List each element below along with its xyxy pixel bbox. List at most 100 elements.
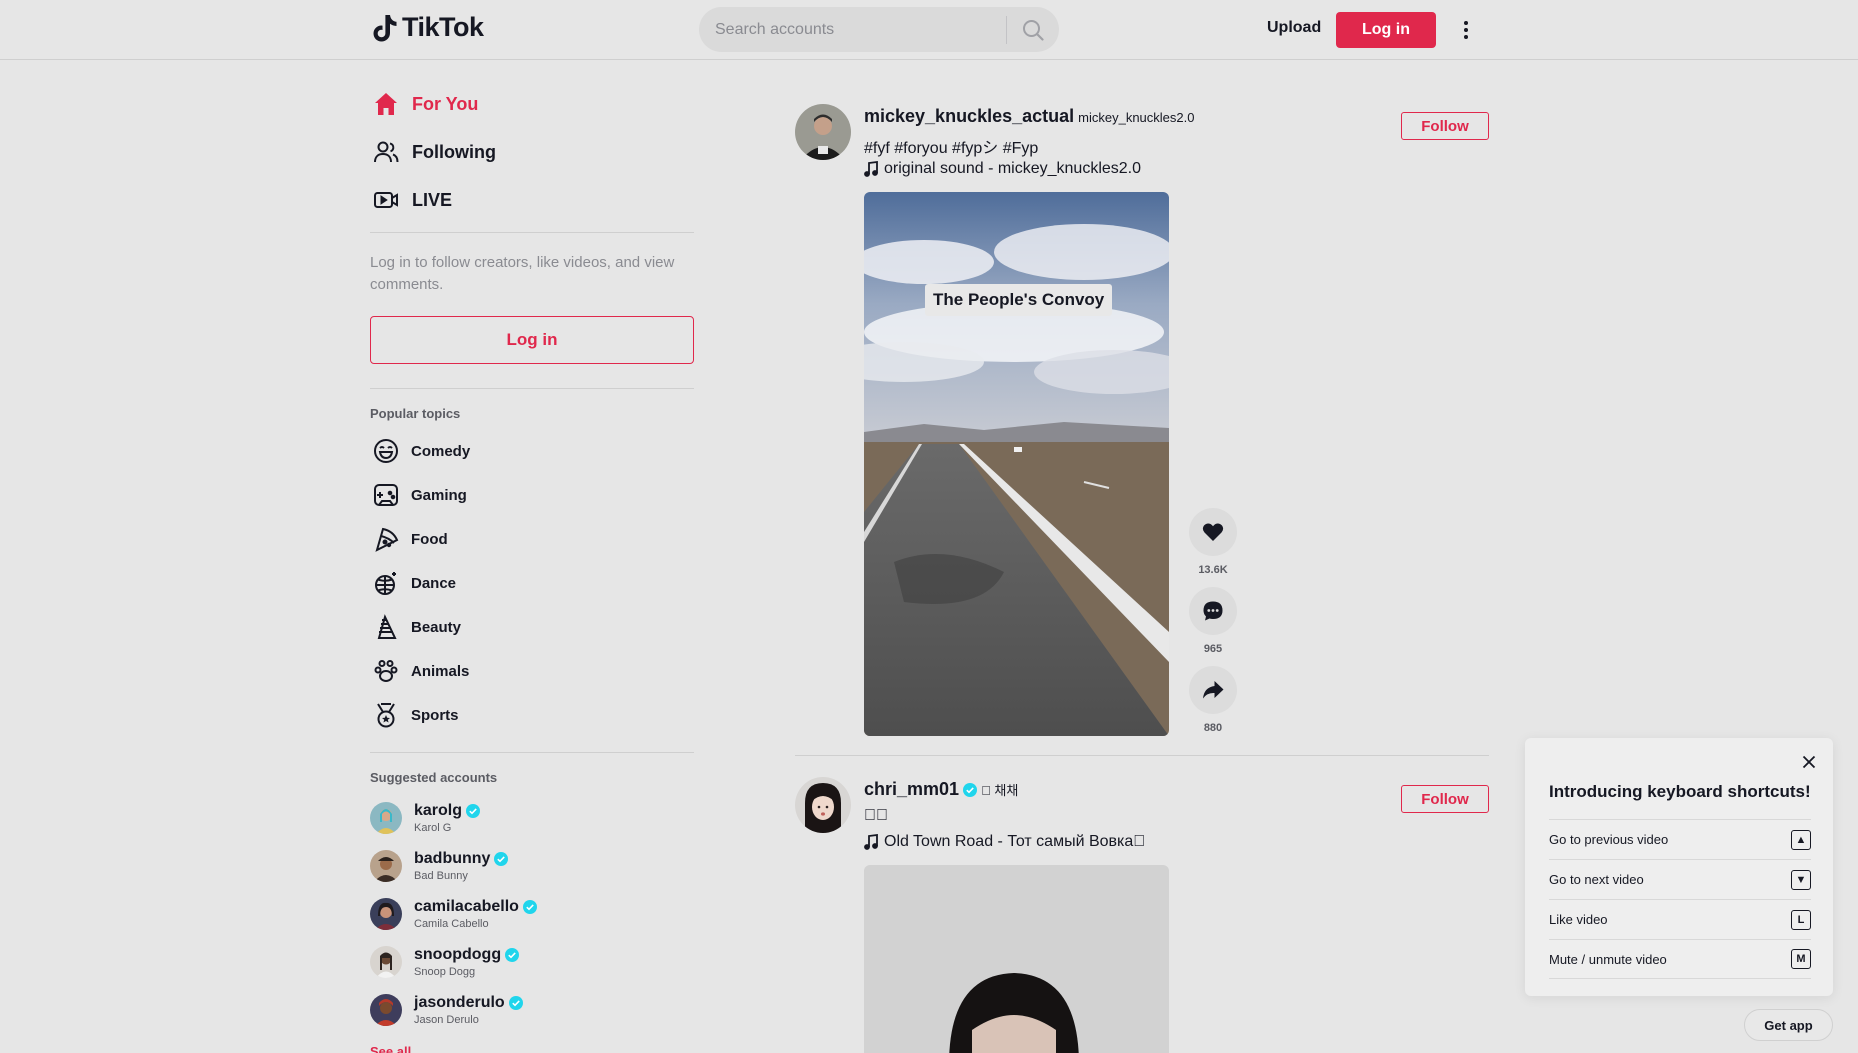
sidebar-item-for-you[interactable]: For You bbox=[372, 90, 478, 118]
post-username[interactable]: chri_mm01 bbox=[864, 779, 959, 800]
share-button[interactable] bbox=[1189, 666, 1237, 714]
tiktok-logo[interactable]: TikTok bbox=[372, 12, 484, 43]
suggested-account-camilacabello[interactable]: camilacabello Camila Cabello bbox=[370, 898, 537, 930]
account-display-name: Camila Cabello bbox=[414, 918, 489, 930]
post-music-link[interactable]: original sound - mickey_knuckles2.0 bbox=[864, 160, 1141, 178]
topic-label: Animals bbox=[411, 662, 470, 680]
m-key-icon: M bbox=[1791, 949, 1811, 969]
account-username: badbunny bbox=[414, 850, 491, 867]
music-note-icon bbox=[864, 161, 878, 177]
suggested-account-jasonderulo[interactable]: jasonderulo Jason Derulo bbox=[370, 994, 523, 1026]
suggested-account-karolg[interactable]: karolg Karol G bbox=[370, 802, 481, 834]
avatar bbox=[370, 946, 402, 978]
search-bar bbox=[699, 7, 1059, 52]
login-prompt-text: Log in to follow creators, like videos, … bbox=[370, 254, 675, 293]
post-music-link[interactable]: Old Town Road - Тот самый Вовка  bbox=[864, 833, 1145, 851]
comment-count: 965 bbox=[1203, 643, 1223, 655]
upload-link[interactable]: Upload bbox=[1267, 19, 1321, 37]
like-button[interactable] bbox=[1189, 508, 1237, 556]
disco-ball-icon bbox=[372, 569, 400, 597]
top-header: TikTok Upload Log in bbox=[0, 0, 1858, 60]
account-display-name: Bad Bunny bbox=[414, 870, 468, 882]
see-all-link[interactable]: See all bbox=[370, 1044, 411, 1053]
share-icon bbox=[1203, 681, 1224, 699]
arrow-down-key-icon: ▼ bbox=[1791, 869, 1811, 890]
follow-button[interactable]: Follow bbox=[1401, 785, 1489, 813]
medal-icon bbox=[372, 701, 400, 729]
sidebar-item-label: Following bbox=[412, 141, 496, 162]
sidebar-login-button[interactable]: Log in bbox=[370, 316, 694, 364]
search-icon bbox=[1023, 19, 1044, 41]
topic-comedy[interactable]: Comedy bbox=[372, 437, 470, 465]
shortcut-row: Like video L bbox=[1549, 899, 1811, 939]
video-thumbnail bbox=[864, 865, 1169, 1053]
users-icon bbox=[372, 138, 400, 166]
topic-label: Dance bbox=[411, 574, 457, 592]
video-post: chri_mm01   채채    Old Town Road - Тот са… bbox=[795, 777, 1489, 1053]
music-note-icon bbox=[864, 834, 878, 850]
topic-food[interactable]: Food bbox=[372, 525, 448, 553]
heart-icon bbox=[1202, 523, 1224, 541]
more-options-button[interactable] bbox=[1454, 16, 1478, 44]
verified-badge-icon bbox=[505, 948, 520, 962]
video-post: mickey_knuckles_actual mickey_knuckles2.… bbox=[795, 104, 1489, 754]
shortcut-label: Go to next video bbox=[1549, 872, 1644, 887]
header-login-button[interactable]: Log in bbox=[1336, 12, 1436, 48]
verified-badge-icon bbox=[963, 782, 978, 797]
topic-sports[interactable]: Sports bbox=[372, 701, 459, 729]
topic-animals[interactable]: Animals bbox=[372, 657, 469, 685]
close-button[interactable] bbox=[1799, 752, 1819, 772]
follow-button[interactable]: Follow bbox=[1401, 112, 1489, 140]
topic-label: Beauty bbox=[411, 618, 462, 636]
get-app-button[interactable]: Get app bbox=[1744, 1009, 1833, 1041]
home-icon bbox=[372, 90, 400, 118]
suggested-account-badbunny[interactable]: badbunny Bad Bunny bbox=[370, 850, 509, 882]
video-thumbnail bbox=[864, 192, 1169, 736]
shortcuts-title: Introducing keyboard shortcuts! bbox=[1549, 782, 1811, 801]
search-input[interactable] bbox=[699, 7, 1006, 52]
verified-badge-icon bbox=[466, 804, 481, 818]
sidebar-item-following[interactable]: Following bbox=[372, 138, 496, 166]
suggested-accounts-title: Suggested accounts bbox=[370, 770, 498, 785]
video-player[interactable] bbox=[864, 865, 1169, 1053]
topic-label: Food bbox=[411, 530, 448, 548]
verified-badge-icon bbox=[522, 900, 537, 914]
topic-beauty[interactable]: Beauty bbox=[372, 613, 461, 641]
close-icon bbox=[1802, 755, 1816, 769]
avatar bbox=[370, 994, 402, 1026]
topic-label: Gaming bbox=[411, 486, 467, 504]
comment-button[interactable] bbox=[1189, 587, 1237, 635]
post-caption:    bbox=[864, 807, 888, 824]
account-display-name: Jason Derulo bbox=[414, 1014, 479, 1026]
post-username[interactable]: mickey_knuckles_actual bbox=[864, 106, 1074, 127]
topic-gaming[interactable]: Gaming bbox=[372, 481, 467, 509]
comb-icon bbox=[372, 613, 400, 641]
smile-icon bbox=[372, 437, 400, 465]
post-caption: #fyf #foryou #fypシ #Fyp bbox=[864, 140, 1039, 157]
topic-label: Sports bbox=[411, 706, 459, 724]
more-vertical-icon bbox=[1464, 21, 1468, 39]
share-count: 880 bbox=[1203, 722, 1223, 734]
shortcut-row: Go to previous video ▲ bbox=[1549, 819, 1811, 859]
post-author-avatar[interactable] bbox=[795, 777, 851, 833]
popular-topics-title: Popular topics bbox=[370, 406, 461, 421]
paw-icon bbox=[372, 657, 400, 685]
account-display-name: Karol G bbox=[414, 822, 452, 834]
video-player[interactable]: The People's Convoy bbox=[864, 192, 1169, 736]
sidebar-item-live[interactable]: LIVE bbox=[372, 186, 452, 214]
topic-label: Comedy bbox=[411, 442, 471, 460]
keyboard-shortcuts-popup: Introducing keyboard shortcuts! Go to pr… bbox=[1525, 738, 1833, 996]
shortcut-row: Go to next video ▼ bbox=[1549, 859, 1811, 899]
search-button[interactable] bbox=[1007, 7, 1059, 52]
comment-icon bbox=[1203, 601, 1223, 621]
account-username: jasonderulo bbox=[414, 994, 505, 1011]
shortcut-label: Like video bbox=[1549, 912, 1608, 927]
post-music-title: original sound - mickey_knuckles2.0 bbox=[884, 160, 1142, 177]
suggested-account-snoopdogg[interactable]: snoopdogg Snoop Dogg bbox=[370, 946, 520, 978]
topic-dance[interactable]: Dance bbox=[372, 569, 456, 597]
post-author-avatar[interactable] bbox=[795, 104, 851, 160]
shortcut-label: Go to previous video bbox=[1549, 832, 1669, 847]
logo-text: TikTok bbox=[402, 12, 484, 42]
live-icon bbox=[372, 186, 400, 214]
avatar bbox=[370, 802, 402, 834]
